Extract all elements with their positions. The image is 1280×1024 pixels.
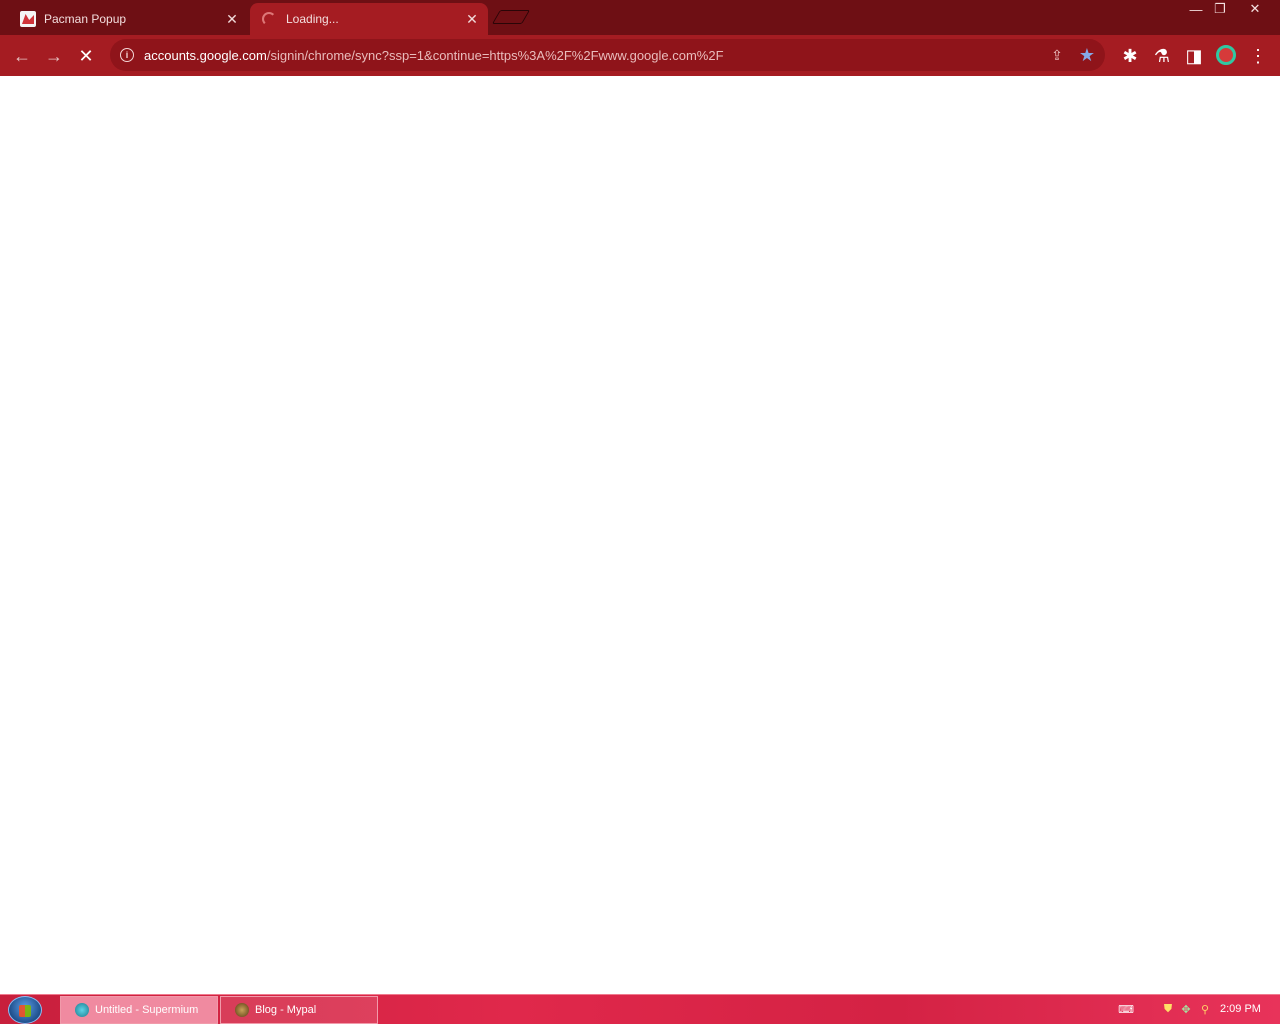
start-button[interactable]: [8, 996, 42, 1024]
url-host: accounts.google.com: [144, 47, 267, 63]
restore-button[interactable]: ❐: [1205, 0, 1235, 18]
security-shield-icon[interactable]: ⛊: [1161, 1002, 1175, 1016]
tab-pacman-popup[interactable]: Pacman Popup ✕: [8, 3, 248, 35]
site-info-icon[interactable]: i: [120, 48, 134, 62]
taskbar-item-supermium[interactable]: Untitled - Supermium: [60, 996, 218, 1024]
title-bar: Pacman Popup ✕ Loading... ✕ — ❐ ✕: [0, 0, 1280, 35]
labs-flask-icon[interactable]: ⚗: [1149, 43, 1175, 69]
url-path: /signin/chrome/sync?ssp=1&continue=https…: [266, 47, 724, 63]
page-viewport[interactable]: [0, 76, 1280, 994]
pacman-favicon-icon: [20, 11, 36, 27]
system-clock[interactable]: 2:09 PM: [1220, 1003, 1261, 1015]
keyboard-icon[interactable]: ⌨: [1118, 1002, 1134, 1016]
tab-close-icon[interactable]: ✕: [222, 9, 242, 29]
search-icon[interactable]: ⚲: [1198, 1002, 1212, 1016]
tab-loading[interactable]: Loading... ✕: [250, 3, 488, 35]
extensions-icon[interactable]: ✱: [1117, 43, 1143, 69]
back-button[interactable]: ←: [9, 43, 35, 69]
taskbar-item-label: Untitled - Supermium: [95, 1004, 199, 1016]
forward-button[interactable]: →: [41, 43, 67, 69]
network-icon[interactable]: ✥: [1179, 1002, 1193, 1016]
tab-title: Pacman Popup: [44, 12, 127, 26]
mypal-icon: [235, 1003, 249, 1017]
new-tab-button[interactable]: [491, 10, 531, 24]
bookmark-star-icon[interactable]: ★: [1078, 45, 1096, 65]
side-panel-icon[interactable]: ◨: [1181, 43, 1207, 69]
supermium-icon: [75, 1003, 89, 1017]
address-bar[interactable]: i accounts.google.com/signin/chrome/sync…: [110, 39, 1105, 71]
taskbar-item-mypal[interactable]: Blog - Mypal: [220, 996, 378, 1024]
taskbar: Untitled - Supermium Blog - Mypal ⌨ ⛊ ✥ …: [0, 994, 1280, 1024]
tab-title: Loading...: [286, 12, 339, 26]
share-icon[interactable]: ⇪: [1048, 46, 1066, 64]
url-text[interactable]: accounts.google.com/signin/chrome/sync?s…: [144, 48, 724, 63]
taskbar-item-label: Blog - Mypal: [255, 1004, 317, 1016]
stop-loading-button[interactable]: ✕: [73, 43, 99, 69]
menu-kebab-icon[interactable]: ⋮: [1245, 43, 1271, 69]
profile-avatar[interactable]: [1216, 45, 1236, 65]
tab-close-icon[interactable]: ✕: [462, 9, 482, 29]
close-window-button[interactable]: ✕: [1240, 0, 1270, 18]
browser-toolbar: ← → ✕ i accounts.google.com/signin/chrom…: [0, 35, 1280, 76]
loading-spinner-icon: [262, 12, 276, 26]
